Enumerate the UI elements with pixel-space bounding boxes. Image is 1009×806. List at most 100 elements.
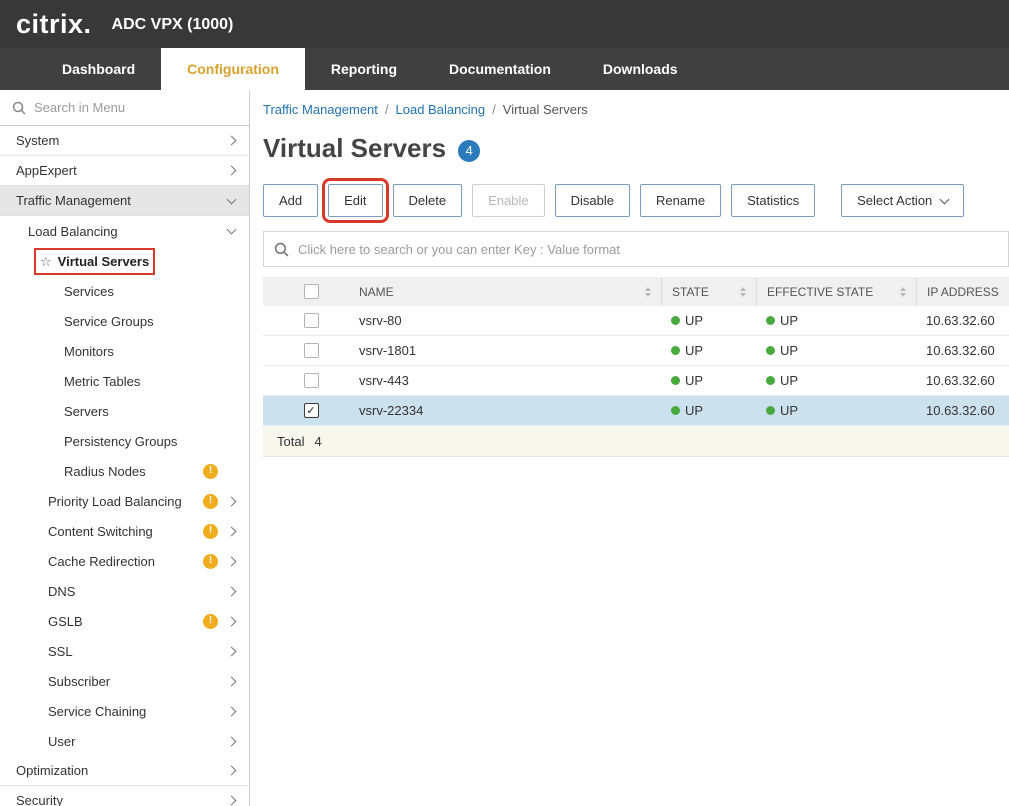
sidebar-item-inner: Persistency Groups bbox=[64, 434, 177, 449]
sidebar-item-ssl[interactable]: SSL bbox=[0, 636, 249, 666]
column-header-state[interactable]: STATE bbox=[672, 285, 709, 299]
sidebar: System AppExpert Traffic Management Load… bbox=[0, 90, 250, 806]
star-icon: ☆ bbox=[40, 255, 52, 268]
sidebar-item-inner: Services bbox=[64, 284, 114, 299]
main-content: Traffic Management/Load Balancing/Virtua… bbox=[251, 90, 1009, 806]
sidebar-item-virtual-servers[interactable]: ☆ Virtual Servers bbox=[0, 246, 249, 276]
breadcrumb-item-traffic-management[interactable]: Traffic Management bbox=[263, 102, 378, 117]
tab-dashboard[interactable]: Dashboard bbox=[36, 48, 161, 90]
table-search[interactable] bbox=[263, 231, 1009, 267]
sidebar-item-label: Servers bbox=[64, 404, 109, 419]
effective-state-text: UP bbox=[780, 403, 798, 418]
state-text: UP bbox=[685, 313, 703, 328]
sidebar-item-inner: AppExpert bbox=[16, 163, 77, 178]
sidebar-item-gslb[interactable]: GSLB ! bbox=[0, 606, 249, 636]
sidebar-item-servers[interactable]: Servers bbox=[0, 396, 249, 426]
checkbox-cell bbox=[263, 306, 359, 335]
column-header-effective-state[interactable]: EFFECTIVE STATE bbox=[767, 285, 873, 299]
state-text: UP bbox=[685, 343, 703, 358]
add-button[interactable]: Add bbox=[263, 184, 318, 217]
sidebar-item-monitors[interactable]: Monitors bbox=[0, 336, 249, 366]
sidebar-item-metric-tables[interactable]: Metric Tables bbox=[0, 366, 249, 396]
disable-button[interactable]: Disable bbox=[555, 184, 630, 217]
sidebar-item-priority-load-balancing[interactable]: Priority Load Balancing ! bbox=[0, 486, 249, 516]
chevron-icon bbox=[227, 796, 237, 806]
sidebar-item-service-groups[interactable]: Service Groups bbox=[0, 306, 249, 336]
chevron-icon bbox=[227, 556, 237, 566]
sidebar-item-service-chaining[interactable]: Service Chaining bbox=[0, 696, 249, 726]
table-row[interactable]: vsrv-443 UP UP 10.63.32.60 bbox=[263, 366, 1009, 396]
state-text: UP bbox=[685, 373, 703, 388]
sort-icon[interactable] bbox=[645, 287, 651, 297]
sidebar-item-services[interactable]: Services bbox=[0, 276, 249, 306]
row-checkbox[interactable] bbox=[304, 343, 319, 358]
row-ip-address: 10.63.32.60 bbox=[916, 366, 1009, 395]
sidebar-item-label: SSL bbox=[48, 644, 73, 659]
sidebar-item-label: Subscriber bbox=[48, 674, 110, 689]
row-name: vsrv-1801 bbox=[359, 336, 661, 365]
sidebar-item-inner: GSLB bbox=[48, 614, 83, 629]
sidebar-item-load-balancing[interactable]: Load Balancing bbox=[0, 216, 249, 246]
count-badge: 4 bbox=[458, 140, 480, 162]
state-text: UP bbox=[685, 403, 703, 418]
checkbox-cell bbox=[263, 336, 359, 365]
sidebar-item-label: DNS bbox=[48, 584, 75, 599]
row-checkbox[interactable] bbox=[304, 373, 319, 388]
tab-configuration[interactable]: Configuration bbox=[161, 48, 305, 90]
edit-button[interactable]: Edit bbox=[328, 184, 382, 217]
table-search-input[interactable] bbox=[298, 242, 998, 257]
column-header-name[interactable]: NAME bbox=[359, 285, 394, 299]
nav-tabs: DashboardConfigurationReportingDocumenta… bbox=[36, 48, 704, 90]
sidebar-item-subscriber[interactable]: Subscriber bbox=[0, 666, 249, 696]
breadcrumb-separator: / bbox=[385, 102, 389, 117]
rename-button[interactable]: Rename bbox=[640, 184, 721, 217]
sidebar-item-cache-redirection[interactable]: Cache Redirection ! bbox=[0, 546, 249, 576]
sidebar-item-security[interactable]: Security bbox=[0, 786, 249, 806]
sidebar-search-input[interactable] bbox=[34, 100, 237, 115]
sidebar-item-traffic-management[interactable]: Traffic Management bbox=[0, 186, 249, 216]
breadcrumb-item-load-balancing[interactable]: Load Balancing bbox=[396, 102, 486, 117]
table-row[interactable]: vsrv-80 UP UP 10.63.32.60 bbox=[263, 306, 1009, 336]
sidebar-item-label: Load Balancing bbox=[28, 224, 118, 239]
warning-icon: ! bbox=[203, 614, 218, 629]
sidebar-item-persistency-groups[interactable]: Persistency Groups bbox=[0, 426, 249, 456]
row-state: UP bbox=[661, 366, 756, 395]
sidebar-item-inner: SSL bbox=[48, 644, 73, 659]
enable-button[interactable]: Enable bbox=[472, 184, 544, 217]
status-dot bbox=[671, 376, 680, 385]
sidebar-item-label: Priority Load Balancing bbox=[48, 494, 182, 509]
sidebar-item-appexpert[interactable]: AppExpert bbox=[0, 156, 249, 186]
sidebar-item-system[interactable]: System bbox=[0, 126, 249, 156]
select-all-checkbox[interactable] bbox=[304, 284, 319, 299]
sidebar-item-dns[interactable]: DNS bbox=[0, 576, 249, 606]
row-state: UP bbox=[661, 336, 756, 365]
effective-state-text: UP bbox=[780, 343, 798, 358]
row-checkbox[interactable] bbox=[304, 313, 319, 328]
table-row[interactable]: vsrv-22334 UP UP 10.63.32.60 bbox=[263, 396, 1009, 426]
tab-documentation[interactable]: Documentation bbox=[423, 48, 577, 90]
table-header: NAME STATE EFFECTIVE STATE IP ADDRESS bbox=[263, 277, 1009, 306]
sort-icon[interactable] bbox=[740, 287, 746, 297]
select-action-dropdown[interactable]: Select Action bbox=[841, 184, 964, 217]
tab-reporting[interactable]: Reporting bbox=[305, 48, 423, 90]
statistics-button[interactable]: Statistics bbox=[731, 184, 815, 217]
table-row[interactable]: vsrv-1801 UP UP 10.63.32.60 bbox=[263, 336, 1009, 366]
sidebar-item-content-switching[interactable]: Content Switching ! bbox=[0, 516, 249, 546]
sidebar-item-inner: Subscriber bbox=[48, 674, 110, 689]
title-row: Virtual Servers 4 bbox=[263, 133, 1009, 164]
sidebar-item-label: Metric Tables bbox=[64, 374, 140, 389]
chevron-icon bbox=[227, 526, 237, 536]
column-header-ip-address[interactable]: IP ADDRESS bbox=[927, 285, 999, 299]
sidebar-search[interactable] bbox=[0, 90, 249, 126]
row-name: vsrv-443 bbox=[359, 366, 661, 395]
total-label: Total bbox=[277, 434, 304, 449]
sort-icon[interactable] bbox=[900, 287, 906, 297]
tab-downloads[interactable]: Downloads bbox=[577, 48, 704, 90]
status-dot bbox=[671, 406, 680, 415]
sidebar-item-user[interactable]: User bbox=[0, 726, 249, 756]
row-checkbox[interactable] bbox=[304, 403, 319, 418]
sidebar-item-inner: Service Groups bbox=[64, 314, 154, 329]
delete-button[interactable]: Delete bbox=[393, 184, 463, 217]
sidebar-item-radius-nodes[interactable]: Radius Nodes ! bbox=[0, 456, 249, 486]
sidebar-item-optimization[interactable]: Optimization bbox=[0, 756, 249, 786]
